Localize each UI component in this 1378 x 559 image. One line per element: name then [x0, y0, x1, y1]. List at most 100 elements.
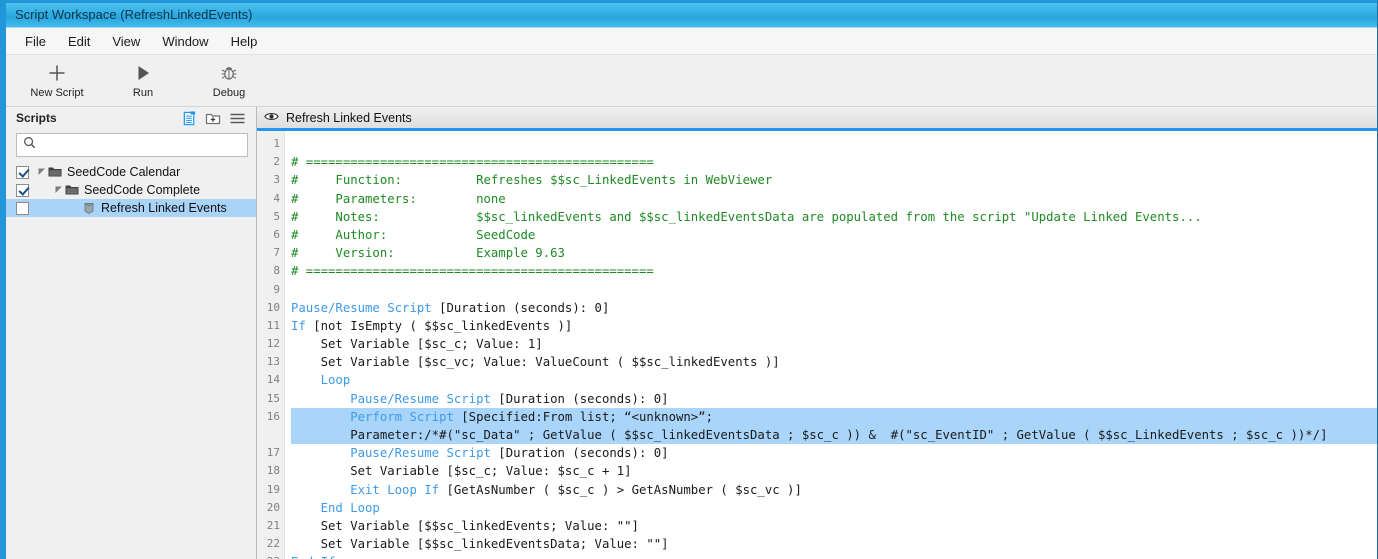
list-view-icon[interactable] [225, 108, 249, 128]
code-line[interactable]: Set Variable [$sc_vc; Value: ValueCount … [291, 353, 1377, 371]
tree-item-checkbox[interactable] [16, 183, 29, 197]
code-area[interactable]: 12345678910111213141516.1718192021222324… [257, 131, 1377, 559]
line-number: 10 [266, 300, 280, 314]
menu-item-window[interactable]: Window [151, 30, 219, 53]
line-number: 6 [273, 227, 280, 241]
code-keyword: End If [291, 555, 335, 559]
code-plain: [Duration (seconds): 0] [431, 300, 610, 315]
tree-item-checkbox[interactable] [16, 165, 29, 179]
line-number: 9 [273, 282, 280, 296]
search-box[interactable] [16, 133, 248, 157]
code-line[interactable]: End If [291, 553, 1377, 559]
code-line[interactable]: Exit Loop If [GetAsNumber ( $sc_c ) > Ge… [291, 481, 1377, 499]
menu-item-edit[interactable]: Edit [57, 30, 101, 53]
code-keyword: Exit Loop If [291, 482, 440, 497]
search-input[interactable] [41, 138, 241, 152]
run-button[interactable]: Run [100, 57, 186, 105]
code-comment: # Parameters: none [291, 191, 506, 206]
editor-tab-bar[interactable]: Refresh Linked Events [257, 107, 1377, 131]
folder-icon [65, 184, 79, 196]
line-number: 16 [266, 409, 280, 423]
menu-item-help[interactable]: Help [220, 30, 269, 53]
new-script-button[interactable]: New Script [14, 57, 100, 105]
code-line[interactable]: Pause/Resume Script [Duration (seconds):… [291, 299, 1377, 317]
code-keyword: Perform Script [291, 409, 454, 424]
eye-icon [264, 109, 279, 127]
code-line[interactable]: # ======================================… [291, 153, 1377, 171]
line-number: 21 [266, 518, 280, 532]
code-comment: # ======================================… [291, 264, 654, 279]
line-number: 1 [273, 137, 280, 150]
code-comment: # Notes: $$sc_linkedEvents and $$sc_link… [291, 209, 1202, 224]
line-number: 3 [273, 173, 280, 187]
code-keyword: Pause/Resume Script [291, 300, 432, 315]
code-plain: Set Variable [$sc_vc; Value: ValueCount … [291, 355, 780, 370]
tree-item-label: Refresh Linked Events [101, 201, 227, 215]
search-icon [23, 136, 36, 154]
code-line[interactable]: Set Variable [$$sc_linkedEventsData; Val… [291, 535, 1377, 553]
code-line[interactable]: End Loop [291, 499, 1377, 517]
code-keyword: If [291, 318, 306, 333]
line-number: 4 [273, 191, 280, 205]
code-content[interactable]: # ======================================… [285, 131, 1377, 559]
line-number-gutter: 12345678910111213141516.1718192021222324 [257, 131, 285, 559]
line-number: 7 [273, 246, 280, 260]
code-plain: Set Variable [$sc_c; Value: $sc_c + 1] [291, 464, 632, 479]
code-line[interactable]: Set Variable [$sc_c; Value: 1] [291, 335, 1377, 353]
new-folder-icon[interactable] [201, 108, 225, 128]
line-number: 15 [266, 391, 280, 405]
line-number: 14 [266, 373, 280, 387]
menu-item-file[interactable]: File [14, 30, 57, 53]
expander-collapse-icon[interactable] [52, 186, 65, 194]
menu-item-view[interactable]: View [101, 30, 151, 53]
script-editor: Refresh Linked Events 1 2 3 4 5 6 7 8 9 10 11 12 13 1… [257, 107, 1377, 559]
toolbar-button-label: Run [132, 87, 154, 99]
code-line[interactable]: Pause/Resume Script [Duration (seconds):… [291, 444, 1377, 462]
line-number: 22 [266, 537, 280, 551]
script-list-icon[interactable] [177, 108, 201, 128]
code-plain: Set Variable [$$sc_linkedEvents; Value: … [291, 518, 639, 533]
line-number: 23 [257, 553, 280, 559]
scripts-panel-title: Scripts [16, 111, 57, 125]
code-line[interactable]: Loop [291, 371, 1377, 389]
code-line[interactable]: # Function: Refreshes $$sc_LinkedEvents … [291, 171, 1377, 189]
bug-icon [219, 62, 239, 84]
tree-item-label: SeedCode Complete [84, 183, 201, 197]
code-line[interactable] [291, 135, 1377, 153]
code-line[interactable]: Pause/Resume Script [Duration (seconds):… [291, 390, 1377, 408]
code-plain: [GetAsNumber ( $sc_c ) > GetAsNumber ( $… [439, 482, 802, 497]
code-line[interactable]: # Version: Example 9.63 [291, 244, 1377, 262]
folder-icon [48, 166, 62, 178]
code-line[interactable]: # Author: SeedCode [291, 226, 1377, 244]
line-number: 13 [266, 355, 280, 369]
debug-button[interactable]: Debug [186, 57, 272, 105]
code-line[interactable]: Set Variable [$sc_c; Value: $sc_c + 1] [291, 462, 1377, 480]
code-line[interactable] [291, 281, 1377, 299]
play-icon [133, 62, 153, 84]
code-line[interactable]: Set Variable [$$sc_linkedEvents; Value: … [291, 517, 1377, 535]
tree-item[interactable]: SeedCode Calendar [6, 163, 256, 181]
code-line[interactable]: # Parameters: none [291, 190, 1377, 208]
title-bar: Script Workspace (RefreshLinkedEvents) [6, 3, 1377, 28]
code-comment: # Version: Example 9.63 [291, 246, 565, 261]
code-line[interactable]: If [not IsEmpty ( $$sc_linkedEvents )] [291, 317, 1377, 335]
tree-item[interactable]: SeedCode Complete [6, 181, 256, 199]
toolbar: New Script Run Debug [6, 55, 1377, 107]
code-line[interactable]: # ======================================… [291, 262, 1377, 280]
code-plain: [Duration (seconds): 0] [490, 391, 669, 406]
line-number: 18 [266, 464, 280, 478]
code-line[interactable]: Perform Script [Specified:From list; “<u… [291, 407, 1377, 445]
code-plain: [Duration (seconds): 0] [490, 446, 669, 461]
code-line[interactable]: # Notes: $$sc_linkedEvents and $$sc_link… [291, 208, 1377, 226]
window-title: Script Workspace (RefreshLinkedEvents) [15, 7, 253, 22]
expander-collapse-icon[interactable] [35, 168, 48, 176]
script-workspace-window: Script Workspace (RefreshLinkedEvents) F… [0, 0, 1378, 559]
code-comment: # Function: Refreshes $$sc_LinkedEvents … [291, 173, 773, 188]
toolbar-button-label: Debug [212, 87, 246, 99]
tree-item[interactable]: Refresh Linked Events [6, 199, 256, 217]
plus-icon [47, 62, 67, 84]
code-plain: Set Variable [$$sc_linkedEventsData; Val… [291, 537, 669, 552]
code-keyword: End Loop [291, 500, 380, 515]
tree-item-checkbox[interactable] [16, 201, 29, 215]
code-keyword: Loop [291, 373, 351, 388]
